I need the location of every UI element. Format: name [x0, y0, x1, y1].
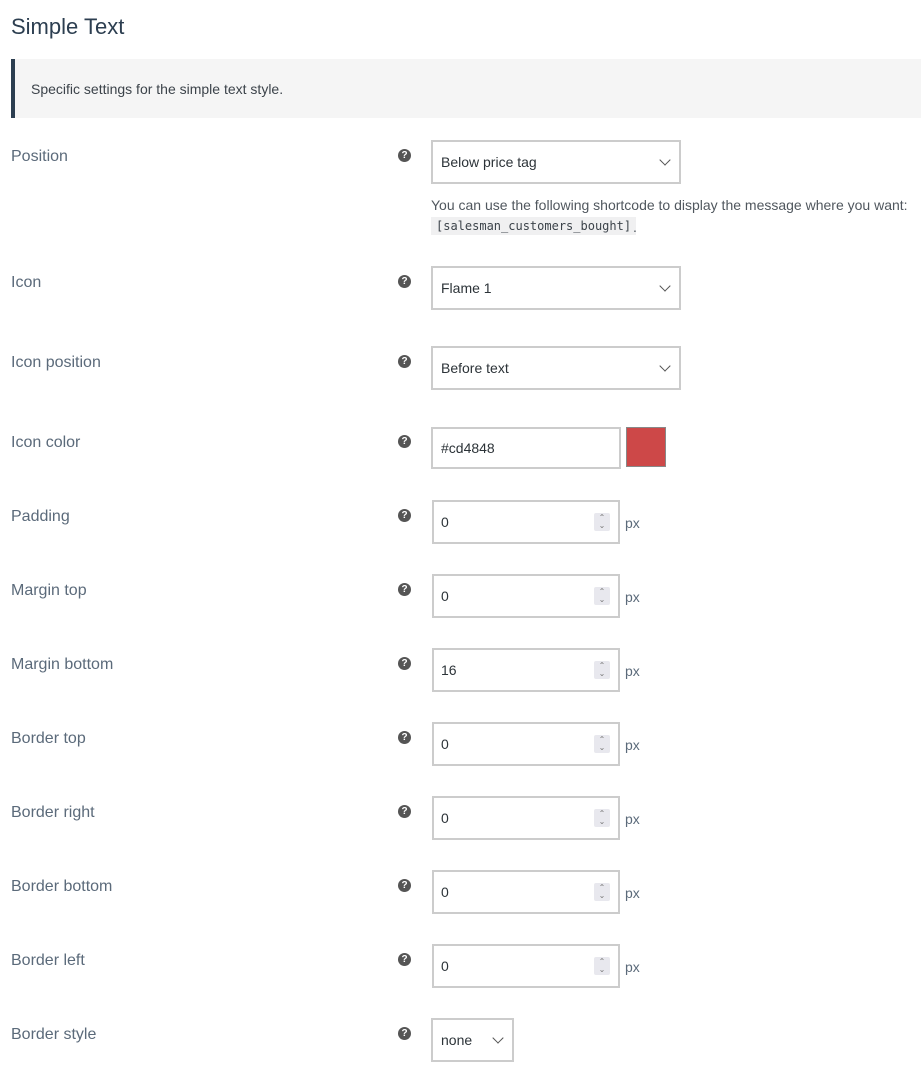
border-left-unit: px — [625, 959, 640, 975]
spinner-icon[interactable]: ⌃ ⌄ — [594, 587, 610, 605]
position-label: Position — [11, 148, 68, 165]
help-icon[interactable]: ? — [398, 275, 411, 288]
spinner-icon[interactable]: ⌃ ⌄ — [594, 513, 610, 531]
border-left-input[interactable]: 0 ⌃ ⌄ — [432, 944, 620, 988]
help-icon[interactable]: ? — [398, 953, 411, 966]
padding-input[interactable]: 0 ⌃ ⌄ — [432, 500, 620, 544]
icon-color-label: Icon color — [11, 434, 81, 451]
icon-color-value: #cd4848 — [441, 440, 495, 456]
position-select[interactable]: Below price tag — [431, 140, 681, 184]
border-right-unit: px — [625, 811, 640, 827]
icon-value: Flame 1 — [441, 280, 492, 296]
settings-notice: Specific settings for the simple text st… — [11, 59, 921, 118]
chevron-down-icon — [492, 1032, 504, 1044]
help-icon[interactable]: ? — [398, 355, 411, 368]
border-style-select[interactable]: none — [431, 1018, 514, 1062]
color-swatch[interactable] — [626, 427, 666, 467]
border-right-input[interactable]: 0 ⌃ ⌄ — [432, 796, 620, 840]
help-icon[interactable]: ? — [398, 1027, 411, 1040]
padding-label: Padding — [11, 508, 70, 525]
icon-position-label: Icon position — [11, 354, 101, 371]
margin-bottom-unit: px — [625, 663, 640, 679]
shortcode-suffix: . — [633, 219, 637, 235]
border-top-unit: px — [625, 737, 640, 753]
border-top-input[interactable]: 0 ⌃ ⌄ — [432, 722, 620, 766]
spinner-icon[interactable]: ⌃ ⌄ — [594, 883, 610, 901]
margin-top-value: 0 — [441, 588, 449, 604]
help-icon[interactable]: ? — [398, 805, 411, 818]
margin-bottom-input[interactable]: 16 ⌃ ⌄ — [432, 648, 620, 692]
help-icon[interactable]: ? — [398, 657, 411, 670]
padding-value: 0 — [441, 514, 449, 530]
help-icon[interactable]: ? — [398, 731, 411, 744]
border-bottom-value: 0 — [441, 884, 449, 900]
position-value: Below price tag — [441, 154, 537, 170]
padding-unit: px — [625, 515, 640, 531]
shortcode: [salesman_customers_bought] — [431, 217, 637, 235]
notice-text: Specific settings for the simple text st… — [31, 81, 284, 97]
border-right-label: Border right — [11, 804, 95, 821]
border-bottom-unit: px — [625, 885, 640, 901]
page-title: Simple Text — [11, 14, 125, 39]
spinner-icon[interactable]: ⌃ ⌄ — [594, 809, 610, 827]
margin-bottom-label: Margin bottom — [11, 656, 114, 673]
border-bottom-label: Border bottom — [11, 878, 113, 895]
margin-top-unit: px — [625, 589, 640, 605]
border-style-label: Border style — [11, 1026, 97, 1043]
help-icon[interactable]: ? — [398, 149, 411, 162]
help-icon[interactable]: ? — [398, 583, 411, 596]
border-left-label: Border left — [11, 952, 85, 969]
icon-select[interactable]: Flame 1 — [431, 266, 681, 310]
position-description: You can use the following shortcode to d… — [431, 197, 908, 213]
margin-top-input[interactable]: 0 ⌃ ⌄ — [432, 574, 620, 618]
border-bottom-input[interactable]: 0 ⌃ ⌄ — [432, 870, 620, 914]
icon-position-value: Before text — [441, 360, 509, 376]
spinner-icon[interactable]: ⌃ ⌄ — [594, 735, 610, 753]
spinner-icon[interactable]: ⌃ ⌄ — [594, 957, 610, 975]
chevron-down-icon — [659, 280, 671, 292]
chevron-down-icon — [659, 154, 671, 166]
border-top-label: Border top — [11, 730, 86, 747]
icon-position-select[interactable]: Before text — [431, 346, 681, 390]
border-style-value: none — [441, 1032, 473, 1048]
margin-bottom-value: 16 — [441, 662, 457, 678]
icon-label: Icon — [11, 274, 42, 291]
icon-color-input[interactable]: #cd4848 — [431, 427, 621, 469]
help-icon[interactable]: ? — [398, 435, 411, 448]
border-top-value: 0 — [441, 736, 449, 752]
chevron-down-icon — [659, 360, 671, 372]
border-left-value: 0 — [441, 958, 449, 974]
border-right-value: 0 — [441, 810, 449, 826]
spinner-icon[interactable]: ⌃ ⌄ — [594, 661, 610, 679]
help-icon[interactable]: ? — [398, 879, 411, 892]
help-icon[interactable]: ? — [398, 509, 411, 522]
margin-top-label: Margin top — [11, 582, 87, 599]
